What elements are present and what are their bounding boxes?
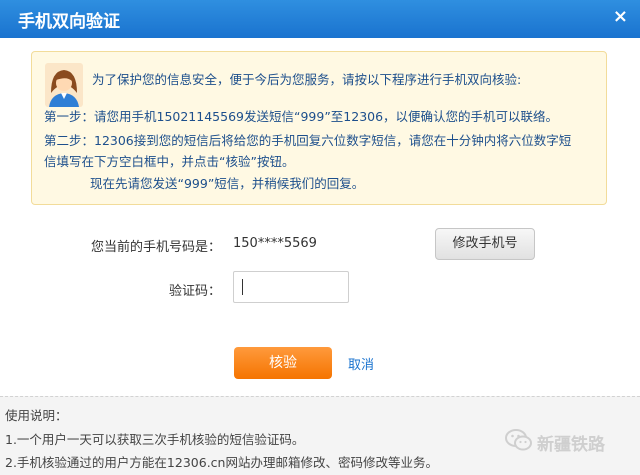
notice-box: 为了保护您的信息安全，便于今后为您服务，请按以下程序进行手机双向核验: 第一步：… — [31, 51, 607, 205]
notice-step-1: 第一步：请您用手机15021145569发送短信“999”至12306，以便确认… — [44, 109, 559, 124]
cancel-link[interactable]: 取消 — [348, 354, 374, 373]
code-label: 验证码： — [169, 284, 222, 299]
watermark: 新疆铁路 — [505, 426, 625, 456]
help-title: 使用说明： — [5, 408, 68, 423]
wechat-icon — [505, 429, 532, 451]
close-icon[interactable]: × — [613, 6, 628, 27]
user-avatar-icon — [45, 63, 83, 107]
phone-value: 150****5569 — [233, 236, 317, 251]
notice-intro: 为了保护您的信息安全，便于今后为您服务，请按以下程序进行手机双向核验: — [92, 72, 522, 87]
notice-step-2: 第二步：12306接到您的短信后将给您的手机回复六位数字短信，请您在十分钟内将六… — [44, 133, 572, 148]
watermark-text: 新疆铁路 — [537, 435, 605, 455]
dialog-title: 手机双向验证 — [18, 12, 120, 32]
help-item-2: 2.手机核验通过的用户方能在12306.cn网站办理邮箱修改、密码修改等业务。 — [5, 455, 438, 470]
phone-label: 您当前的手机号码是： — [91, 240, 222, 255]
code-input[interactable] — [233, 271, 349, 303]
text-caret — [242, 279, 243, 295]
phone-verification-dialog: 手机双向验证 × 为了保护您的信息安全，便于今后为您服务，请按以下程序进行手机双… — [0, 0, 640, 475]
change-phone-button[interactable]: 修改手机号 — [435, 228, 535, 260]
help-item-1: 1.一个用户一天可以获取三次手机核验的短信验证码。 — [5, 432, 305, 447]
dialog-titlebar: 手机双向验证 × — [0, 0, 640, 38]
notice-step-2-cont: 信填写在下方空白框中，并点击“核验”按钮。 — [44, 154, 295, 169]
verify-button[interactable]: 核验 — [234, 347, 332, 379]
notice-closing: 现在先请您发送“999”短信，并稍候我们的回复。 — [90, 176, 365, 191]
